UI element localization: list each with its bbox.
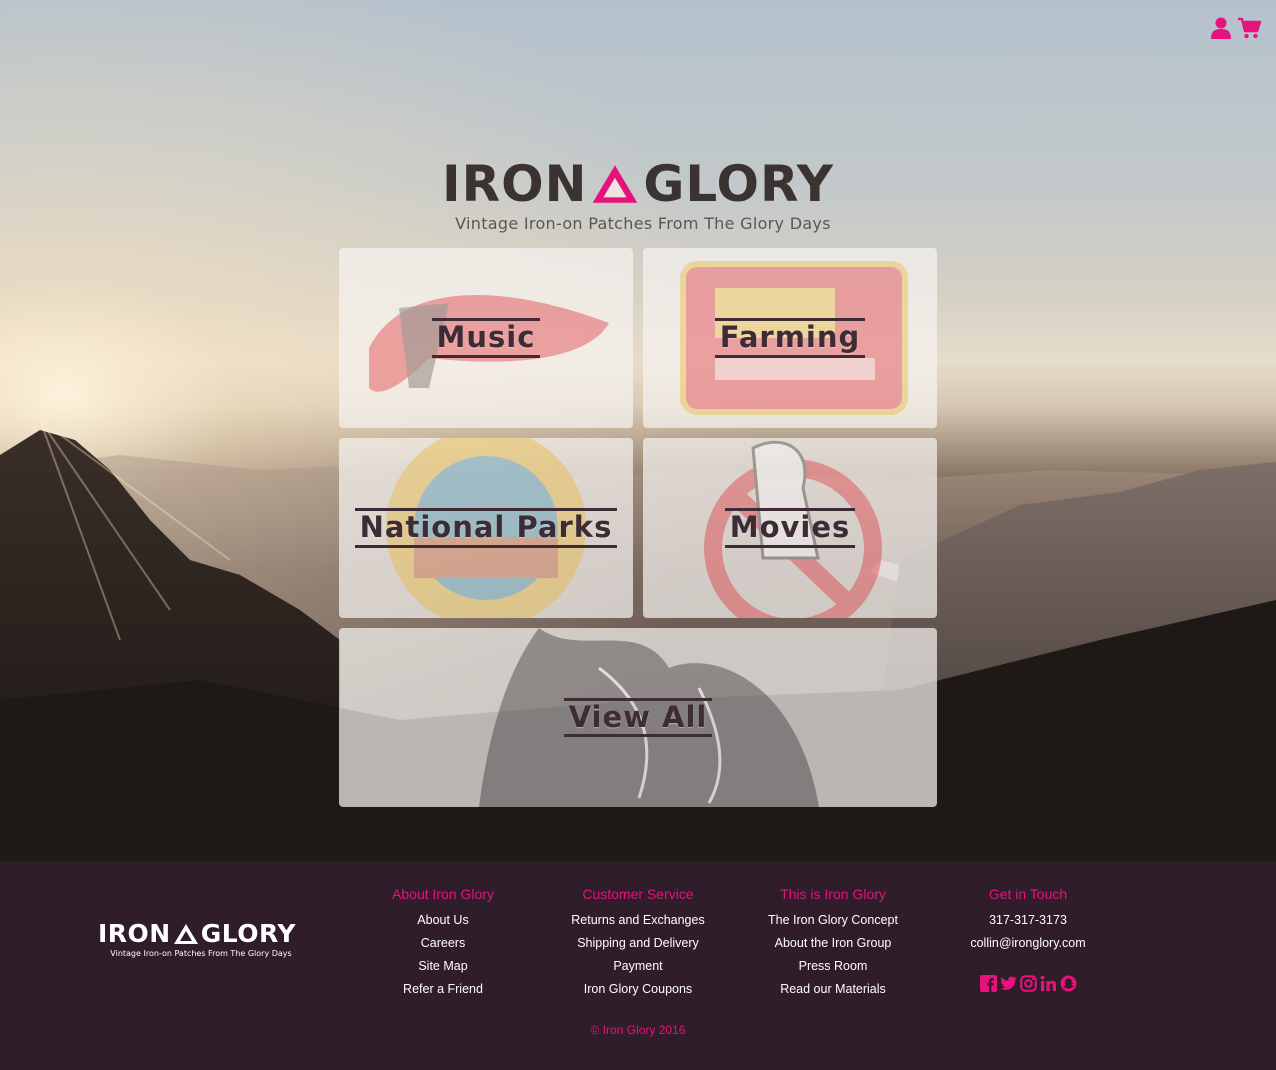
footer-link-payment[interactable]: Payment	[548, 955, 728, 978]
logo-tagline: Vintage Iron-on Patches From The Glory D…	[455, 214, 831, 233]
footer-column-get-in-touch: Get in Touch 317-317-3173 collin@ironglo…	[938, 886, 1118, 992]
footer-link-returns[interactable]: Returns and Exchanges	[548, 909, 728, 932]
footer-link-concept[interactable]: The Iron Glory Concept	[743, 909, 923, 932]
footer-logo[interactable]: IRON GLORY Vintage Iron-on Patches From …	[98, 919, 300, 959]
category-label: View All	[563, 697, 713, 738]
category-tile-national-parks[interactable]: National Parks	[339, 438, 633, 618]
footer-email-link[interactable]: collin@ironglory.com	[938, 932, 1118, 955]
triangle-logo-icon	[173, 924, 198, 944]
user-icon[interactable]	[1210, 16, 1232, 40]
footer-link-about-us[interactable]: About Us	[353, 909, 533, 932]
category-tile-movies[interactable]: Movies	[643, 438, 937, 618]
snapchat-icon[interactable]	[1060, 975, 1077, 992]
category-tile-music[interactable]: Music	[339, 248, 633, 428]
site-logo[interactable]: IRON GLORY Vintage Iron-on Patches From …	[442, 158, 834, 233]
category-label: Movies	[724, 508, 856, 548]
footer-column-customer-service: Customer Service Returns and Exchanges S…	[548, 886, 728, 1001]
footer-phone-link[interactable]: 317-317-3173	[938, 909, 1118, 932]
logo-word-iron: IRON	[442, 155, 588, 213]
category-tile-view-all[interactable]: View All	[339, 628, 937, 807]
category-label: Music	[431, 318, 541, 358]
footer-column-heading: About Iron Glory	[392, 886, 494, 902]
footer-link-shipping[interactable]: Shipping and Delivery	[548, 932, 728, 955]
copyright-text: © Iron Glory 2016	[590, 1023, 686, 1037]
site-footer: IRON GLORY Vintage Iron-on Patches From …	[0, 861, 1276, 1070]
twitter-icon[interactable]	[999, 975, 1017, 992]
footer-link-materials[interactable]: Read our Materials	[743, 978, 923, 1001]
shopping-cart-icon[interactable]	[1236, 16, 1262, 40]
linkedin-icon[interactable]	[1040, 975, 1057, 992]
footer-link-coupons[interactable]: Iron Glory Coupons	[548, 978, 728, 1001]
footer-column-heading: This is Iron Glory	[780, 886, 886, 902]
category-label: Farming	[714, 318, 866, 358]
instagram-icon[interactable]	[1019, 975, 1037, 992]
facebook-icon[interactable]	[979, 975, 997, 992]
footer-logo-tagline: Vintage Iron-on Patches From The Glory D…	[110, 949, 292, 958]
footer-column-heading: Get in Touch	[988, 886, 1068, 902]
footer-link-press-room[interactable]: Press Room	[743, 955, 923, 978]
footer-link-site-map[interactable]: Site Map	[353, 955, 533, 978]
footer-column-this-is-iron-glory: This is Iron Glory The Iron Glory Concep…	[743, 886, 923, 1001]
category-label: National Parks	[354, 508, 618, 548]
footer-logo-word-iron: IRON	[98, 919, 171, 948]
footer-logo-word-glory: GLORY	[200, 919, 297, 948]
logo-word-glory: GLORY	[643, 155, 834, 213]
header-actions	[1210, 16, 1262, 40]
footer-column-about: About Iron Glory About Us Careers Site M…	[353, 886, 533, 1001]
category-tile-farming[interactable]: Farming	[643, 248, 937, 428]
footer-link-iron-group[interactable]: About the Iron Group	[743, 932, 923, 955]
footer-link-refer-a-friend[interactable]: Refer a Friend	[353, 978, 533, 1001]
triangle-logo-icon	[593, 165, 638, 203]
footer-link-careers[interactable]: Careers	[353, 932, 533, 955]
social-links	[938, 975, 1118, 992]
footer-column-heading: Customer Service	[582, 886, 694, 902]
